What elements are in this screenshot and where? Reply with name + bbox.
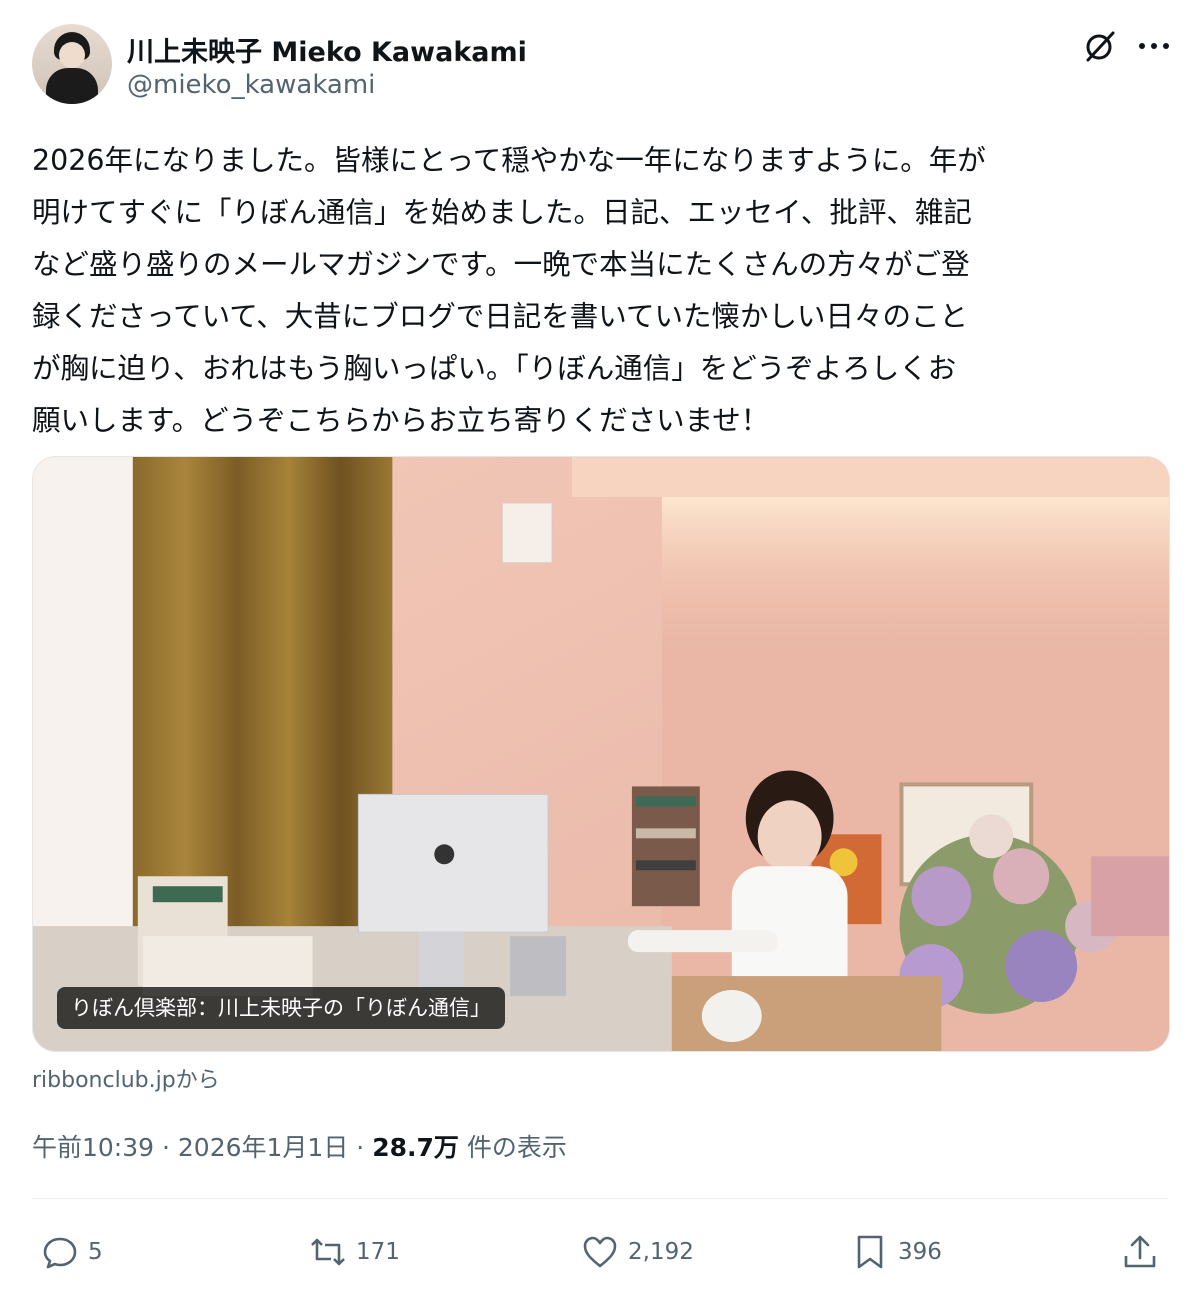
like-count: 2,192	[628, 1239, 694, 1265]
link-card[interactable]: りぼん倶楽部：川上未映子の「りぼん通信」	[32, 456, 1170, 1052]
retweet-button[interactable]: 171	[308, 1222, 400, 1282]
action-bar: 5 171 2,192 396	[32, 1222, 1168, 1282]
share-button[interactable]	[1120, 1222, 1160, 1282]
heart-icon	[583, 1236, 617, 1268]
reply-count: 5	[88, 1239, 103, 1265]
bookmark-icon	[857, 1235, 883, 1269]
retweet-count: 171	[356, 1239, 400, 1265]
card-photo	[33, 457, 1169, 1051]
bookmark-button[interactable]: 396	[850, 1222, 942, 1282]
meta-separator: ·	[162, 1133, 178, 1162]
card-source[interactable]: ribbonclub.jpから	[32, 1062, 220, 1094]
reply-button[interactable]: 5	[40, 1222, 103, 1282]
tweet-date[interactable]: 2026年1月1日	[178, 1133, 348, 1162]
retweet-icon	[311, 1238, 345, 1266]
tweet-text: 2026年になりました。皆様にとって穏やかな一年になりますように。年が 明けてす…	[32, 144, 986, 437]
tweet-meta: 午前10:39 · 2026年1月1日 · 28.7万 件の表示	[32, 1128, 567, 1164]
avatar[interactable]	[32, 24, 112, 104]
views-count[interactable]: 28.7万	[372, 1133, 459, 1162]
reply-bubble-icon	[43, 1237, 77, 1269]
meta-separator: ·	[356, 1133, 373, 1162]
card-caption: りぼん倶楽部：川上未映子の「りぼん通信」	[57, 987, 505, 1029]
more-dots-icon[interactable]	[1134, 28, 1174, 64]
views-label: 件の表示	[466, 1133, 567, 1162]
divider	[32, 1198, 1168, 1199]
grok-icon[interactable]	[1082, 28, 1118, 64]
bookmark-count: 396	[898, 1239, 942, 1265]
author-handle[interactable]: @mieko_kawakami	[127, 70, 375, 100]
like-button[interactable]: 2,192	[580, 1222, 694, 1282]
tweet-header: 川上未映子 Mieko Kawakami @mieko_kawakami	[32, 24, 1172, 108]
tweet-time[interactable]: 午前10:39	[32, 1133, 154, 1162]
author-display-name[interactable]: 川上未映子 Mieko Kawakami	[127, 30, 527, 69]
share-upload-icon	[1124, 1235, 1156, 1268]
